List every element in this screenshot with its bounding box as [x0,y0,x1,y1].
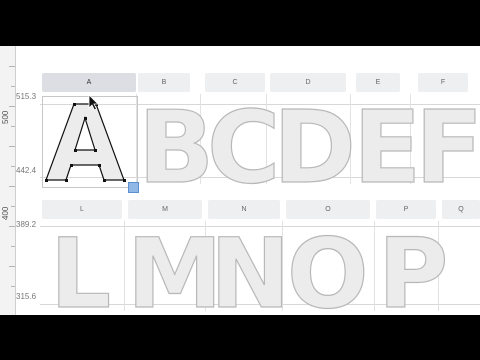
glyph-tab-l[interactable]: L [42,200,122,219]
glyph-m[interactable]: M [126,225,223,315]
glyph-d[interactable]: D [272,97,356,198]
letterbox-top [0,0,480,46]
ruler-tick [9,266,15,267]
glyph-canvas[interactable]: 500 400 515.3 442.4 389.2 315.6 A B C D … [0,46,480,315]
vertical-ruler[interactable]: 500 400 [0,46,16,315]
glyph-p[interactable]: P [377,225,449,315]
mouse-pointer-icon [88,94,99,111]
xheight-label: 442.4 [16,166,37,175]
ruler-tick [9,106,15,107]
glyph-l[interactable]: L [49,225,111,315]
ruler-tick [11,206,15,207]
glyph-b[interactable]: B [137,97,214,198]
ruler-tick [9,66,15,67]
cell-divider [124,221,125,311]
ruler-tick [9,146,15,147]
ruler-tick [11,286,15,287]
glyph-o[interactable]: O [286,225,369,315]
ascender-label: 515.3 [16,92,37,101]
ruler-tick [9,186,15,187]
cell-divider [374,221,375,311]
ruler-label: 500 [1,110,10,124]
glyph-n[interactable]: N [209,225,291,315]
descender-label-row2: 315.6 [16,292,37,301]
ruler-tick [9,226,15,227]
glyph-f[interactable]: F [414,97,480,198]
ruler-tick [11,246,15,247]
letterbox-bottom [0,315,480,360]
glyph-tab-a[interactable]: A [42,73,136,92]
ruler-tick [11,86,15,87]
glyph-c[interactable]: C [206,97,281,198]
ruler-tick [11,126,15,127]
glyph-e[interactable]: E [352,97,422,198]
descender-label: 389.2 [16,220,37,229]
ruler-label: 400 [1,206,10,220]
advance-width-handle[interactable] [128,182,139,193]
ruler-tick [11,166,15,167]
